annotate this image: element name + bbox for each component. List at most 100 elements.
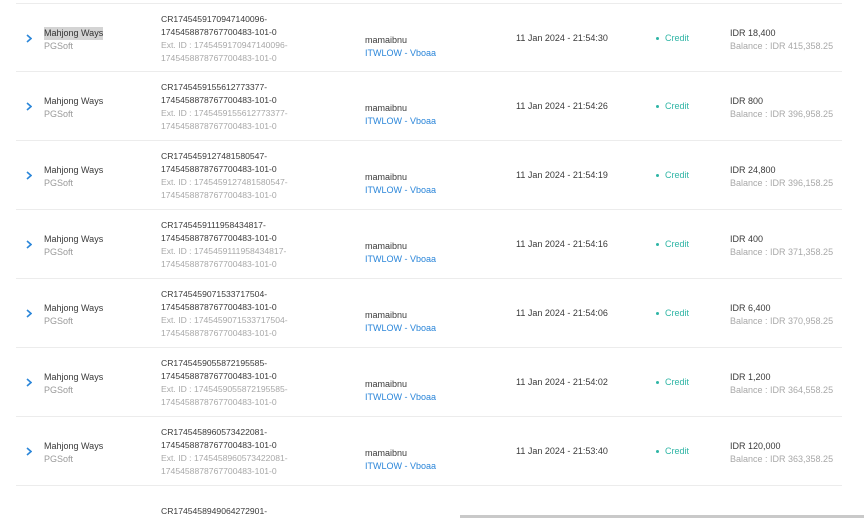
game-cell: Mahjong Ways PGSoft	[44, 302, 103, 328]
game-cell: Mahjong Ways PGSoft	[44, 27, 104, 53]
table-row[interactable]: Mahjong Ways PGSoft CR174545912748158054…	[16, 141, 842, 210]
transaction-id-line1: CR1745459155612773377-	[161, 82, 268, 92]
amount-value: IDR 6,400	[730, 303, 771, 313]
transaction-date: 11 Jan 2024 - 21:54:26	[516, 101, 608, 111]
amount-value: IDR 18,400	[730, 28, 776, 38]
amount-value: IDR 120,000	[730, 441, 781, 451]
username: mamaibnu	[365, 379, 408, 389]
transaction-id-cell: CR1745459055872195585- 17454588787677004…	[161, 357, 288, 409]
game-provider: PGSoft	[44, 316, 74, 326]
table-row[interactable]: Mahjong Ways PGSoft CR174545911195843481…	[16, 210, 842, 279]
game-cell: Mahjong Ways PGSoft	[44, 371, 103, 397]
table-row[interactable]: Mahjong Ways PGSoft CR174545907153371750…	[16, 279, 842, 348]
user-cell: mamaibnu ITWLOW - Vboaa	[365, 240, 436, 266]
external-id-line2: 1745458878767700483-101-0	[161, 328, 277, 338]
transaction-date: 11 Jan 2024 - 21:54:02	[516, 377, 608, 387]
agent-link[interactable]: ITWLOW - Vboaa	[365, 115, 436, 128]
transaction-date: 11 Jan 2024 - 21:54:16	[516, 239, 608, 249]
game-name: Mahjong Ways	[44, 303, 104, 313]
username: mamaibnu	[365, 103, 408, 113]
table-row[interactable]: Mahjong Ways PGSoft CR174545905587219558…	[16, 348, 842, 417]
transaction-id-line2: 1745458878767700483-101-0	[161, 440, 277, 450]
user-cell: mamaibnu ITWLOW - Vboaa	[365, 102, 436, 128]
transaction-id-cell: CR1745459071533717504- 17454588787677004…	[161, 288, 288, 340]
status-dot-icon	[656, 311, 659, 315]
chevron-right-icon[interactable]	[24, 100, 34, 112]
balance-value: Balance : IDR 415,358.25	[730, 41, 834, 51]
agent-link[interactable]: ITWLOW - Vboaa	[365, 460, 436, 473]
game-name: Mahjong Ways	[44, 234, 104, 244]
table-row[interactable]: Mahjong Ways PGSoft CR174545917094714009…	[16, 3, 842, 72]
external-id-line2: 1745458878767700483-101-0	[161, 121, 277, 131]
chevron-right-icon[interactable]	[24, 445, 34, 457]
amount-cell: IDR 800 Balance : IDR 396,958.25	[730, 95, 833, 121]
transaction-id-line1: CR1745459111958434817-	[161, 220, 266, 230]
game-name: Mahjong Ways	[44, 96, 104, 106]
transaction-id-cell: CR1745458960573422081- 17454588787677004…	[161, 426, 288, 478]
table-row[interactable]: Mahjong Ways PGSoft CR174545915561277337…	[16, 72, 842, 141]
username: mamaibnu	[365, 35, 408, 45]
transaction-id-line1: CR1745458960573422081-	[161, 427, 268, 437]
transaction-id-line1: CR1745458949064272901-	[161, 506, 268, 516]
table-row[interactable]: Mahjong Ways PGSoft CR174545896057342208…	[16, 417, 842, 486]
transaction-date: 11 Jan 2024 - 21:54:30	[516, 33, 608, 43]
amount-value: IDR 24,800	[730, 165, 776, 175]
transaction-id-line2: 1745458878767700483-101-0	[161, 371, 277, 381]
agent-link[interactable]: ITWLOW - Vboaa	[365, 391, 436, 404]
amount-cell: IDR 18,400 Balance : IDR 415,358.25	[730, 27, 833, 53]
transaction-id-cell: CR1745459111958434817- 17454588787677004…	[161, 219, 286, 271]
chevron-right-icon[interactable]	[24, 169, 34, 181]
username: mamaibnu	[365, 241, 408, 251]
transaction-id-line2: 1745458878767700483-101-0	[161, 95, 277, 105]
game-name: Mahjong Ways	[44, 27, 104, 40]
game-provider: PGSoft	[44, 178, 74, 188]
chevron-right-icon[interactable]	[24, 307, 34, 319]
amount-cell: IDR 1,200 Balance : IDR 364,558.25	[730, 371, 833, 397]
transaction-date: 11 Jan 2024 - 21:54:19	[516, 170, 608, 180]
balance-value: Balance : IDR 396,158.25	[730, 178, 834, 188]
amount-cell: IDR 24,800 Balance : IDR 396,158.25	[730, 164, 833, 190]
status-dot-icon	[656, 242, 659, 246]
external-id-line2: 1745458878767700483-101-0	[161, 466, 277, 476]
status-dot-icon	[656, 36, 659, 40]
external-id-line2: 1745458878767700483-101-0	[161, 53, 277, 63]
transaction-id-line2: 1745458878767700483-101-0	[161, 233, 277, 243]
agent-link[interactable]: ITWLOW - Vboaa	[365, 253, 436, 266]
game-cell: Mahjong Ways PGSoft	[44, 95, 103, 121]
user-cell: mamaibnu ITWLOW - Vboaa	[365, 309, 436, 335]
game-name: Mahjong Ways	[44, 165, 104, 175]
status-badge: Credit	[656, 377, 689, 387]
agent-link[interactable]: ITWLOW - Vboaa	[365, 322, 436, 335]
status-dot-icon	[656, 173, 659, 177]
transaction-id-cell: CR1745459155612773377- 17454588787677004…	[161, 81, 288, 133]
status-badge: Credit	[656, 446, 689, 456]
game-name: Mahjong Ways	[44, 441, 104, 451]
status-dot-icon	[656, 449, 659, 453]
chevron-right-icon[interactable]	[24, 376, 34, 388]
status-label: Credit	[665, 308, 690, 318]
transaction-id-line1: CR1745459055872195585-	[161, 358, 268, 368]
status-label: Credit	[665, 101, 690, 111]
transaction-id-cell: CR1745458949064272901-	[161, 505, 267, 518]
game-provider: PGSoft	[44, 385, 74, 395]
status-label: Credit	[665, 170, 690, 180]
status-badge: Credit	[656, 170, 689, 180]
balance-value: Balance : IDR 371,358.25	[730, 247, 834, 257]
external-id-line1: Ext. ID : 1745459071533717504-	[161, 315, 288, 325]
chevron-right-icon[interactable]	[24, 238, 34, 250]
agent-link[interactable]: ITWLOW - Vboaa	[365, 184, 436, 197]
agent-link[interactable]: ITWLOW - Vboaa	[365, 47, 436, 60]
chevron-right-icon[interactable]	[24, 32, 34, 44]
game-name: Mahjong Ways	[44, 372, 104, 382]
user-cell: mamaibnu ITWLOW - Vboaa	[365, 378, 436, 404]
game-provider: PGSoft	[44, 41, 74, 51]
external-id-line1: Ext. ID : 1745459127481580547-	[161, 177, 288, 187]
amount-cell: IDR 120,000 Balance : IDR 363,358.25	[730, 440, 833, 466]
status-dot-icon	[656, 104, 659, 108]
game-cell: Mahjong Ways PGSoft	[44, 440, 103, 466]
external-id-line2: 1745458878767700483-101-0	[161, 190, 277, 200]
transaction-id-line1: CR1745459127481580547-	[161, 151, 268, 161]
status-label: Credit	[665, 239, 690, 249]
status-dot-icon	[656, 380, 659, 384]
game-provider: PGSoft	[44, 109, 74, 119]
